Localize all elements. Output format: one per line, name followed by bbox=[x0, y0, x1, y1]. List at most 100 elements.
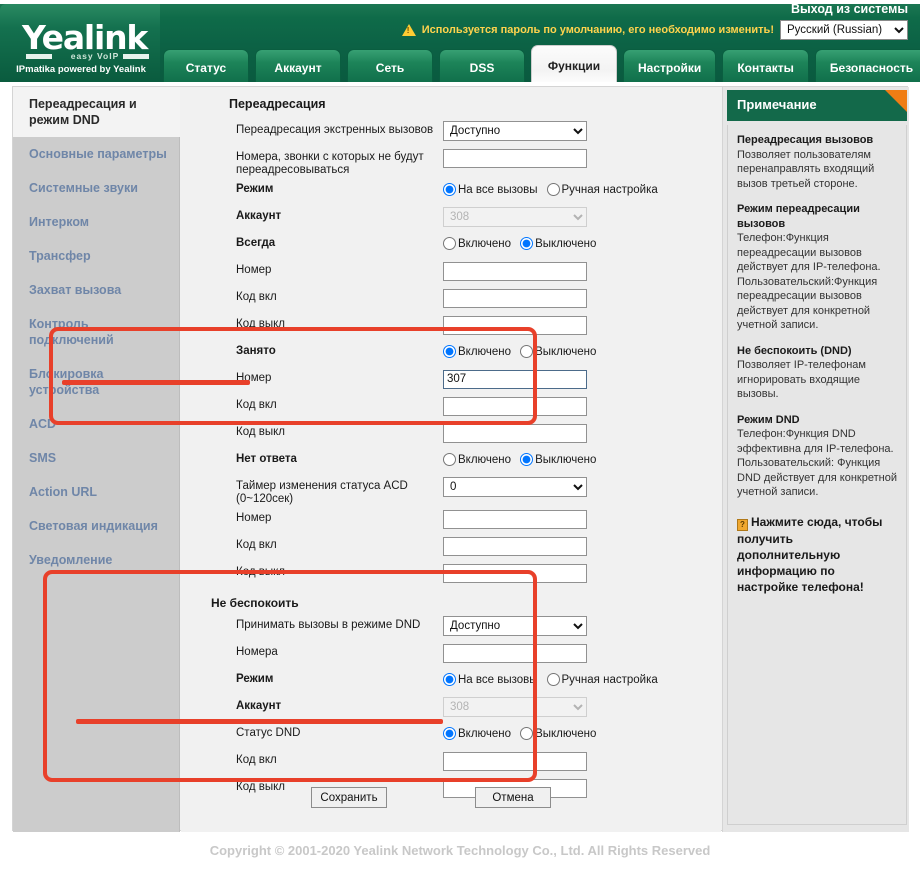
field-busy: Включено Выключено bbox=[443, 340, 721, 358]
dnd-accept-select[interactable]: Доступно bbox=[443, 616, 587, 636]
busy-on-radio[interactable] bbox=[443, 345, 456, 358]
label-always-code-off: Код выкл bbox=[236, 318, 285, 330]
dnd-status-on-option[interactable]: Включено bbox=[443, 727, 511, 740]
label-busy-code-off: Код выкл bbox=[236, 426, 285, 438]
tab-dss[interactable]: DSS bbox=[439, 49, 525, 82]
busy-on-label: Включено bbox=[458, 345, 512, 358]
dnd-code-on-input[interactable] bbox=[443, 751, 587, 771]
sidebar-item-action-url[interactable]: Action URL bbox=[13, 475, 179, 509]
sidebar-item-forward-dnd[interactable]: Переадресация и режим DND bbox=[13, 87, 180, 137]
cancel-button[interactable]: Отмена bbox=[475, 787, 551, 808]
label-busy-code-on: Код вкл bbox=[236, 399, 277, 411]
sidebar-item-device-lock[interactable]: Блокировка устройства bbox=[13, 357, 179, 407]
sidebar-item-transfer[interactable]: Трансфер bbox=[13, 239, 179, 273]
no-answer-off-radio[interactable] bbox=[520, 453, 534, 466]
label-forward-mode: Режим bbox=[236, 183, 274, 195]
emergency-forward-select[interactable]: Доступно bbox=[443, 121, 587, 141]
always-number-input[interactable] bbox=[443, 261, 587, 281]
tab-status[interactable]: Статус bbox=[163, 49, 249, 82]
sidebar-item-acd[interactable]: ACD bbox=[13, 407, 179, 441]
no-answer-code-off-input[interactable] bbox=[443, 563, 587, 583]
tab-security[interactable]: Безопасность bbox=[814, 49, 920, 82]
sidebar-item-general[interactable]: Основные параметры bbox=[13, 137, 179, 171]
forward-mode-custom-label: Ручная настройка bbox=[561, 183, 658, 196]
always-radios: Включено Выключено bbox=[443, 234, 721, 250]
dnd-status-off-radio[interactable] bbox=[520, 727, 534, 740]
field-forward-mode: На все вызовы Ручная настройка bbox=[443, 178, 721, 196]
row-always: Всегда Включено Выключено bbox=[181, 232, 721, 259]
language-select[interactable]: Русский (Russian) bbox=[780, 20, 908, 40]
field-dnd-account: 308 bbox=[443, 695, 721, 717]
label-no-answer-code-off: Код выкл bbox=[236, 566, 285, 578]
logo-subtitle: easy VoIP bbox=[70, 51, 120, 61]
acd-timer-select[interactable]: 0 bbox=[443, 477, 587, 497]
always-code-on-input[interactable] bbox=[443, 288, 587, 308]
always-on-radio[interactable] bbox=[443, 237, 456, 250]
sidebar-item-intercom[interactable]: Интерком bbox=[13, 205, 179, 239]
warning-triangle-icon bbox=[401, 24, 416, 36]
dnd-mode-custom-radio[interactable] bbox=[546, 673, 560, 686]
busy-off-radio[interactable] bbox=[520, 345, 534, 358]
logo-tagline: IPmatika powered by Yealink bbox=[16, 64, 146, 75]
sidebar-item-system-sounds[interactable]: Системные звуки bbox=[13, 171, 179, 205]
sidebar-item-power-led[interactable]: Световая индикация bbox=[13, 509, 179, 543]
tab-features[interactable]: Функции bbox=[531, 45, 617, 82]
always-code-off-input[interactable] bbox=[443, 315, 587, 335]
dnd-numbers-input[interactable] bbox=[443, 643, 587, 663]
sidebar-item-sms[interactable]: SMS bbox=[13, 441, 179, 475]
form-rows: Переадресация экстренных вызовов Доступн… bbox=[181, 119, 721, 803]
row-dnd-mode: Режим На все вызовы Ручная настройка bbox=[181, 668, 721, 695]
no-answer-off-option[interactable]: Выключено bbox=[520, 453, 596, 466]
save-button[interactable]: Сохранить bbox=[311, 787, 387, 808]
busy-code-on-input[interactable] bbox=[443, 396, 587, 416]
dnd-mode-custom-option[interactable]: Ручная настройка bbox=[546, 673, 658, 686]
warning-message: Используется пароль по умолчанию, его не… bbox=[421, 24, 774, 36]
page-body: Переадресация и режим DND Основные парам… bbox=[0, 82, 920, 836]
sidebar-item-call-pickup[interactable]: Захват вызова bbox=[13, 273, 179, 307]
always-on-option[interactable]: Включено bbox=[443, 237, 511, 250]
dnd-mode-all-radio[interactable] bbox=[443, 673, 456, 686]
label-busy-number: Номер bbox=[236, 372, 272, 384]
dnd-status-off-option[interactable]: Выключено bbox=[520, 727, 596, 740]
sidebar-item-notification[interactable]: Уведомление bbox=[13, 543, 179, 577]
row-dnd-accept: Принимать вызовы в режиме DND Доступно bbox=[181, 614, 721, 641]
exclude-numbers-input[interactable] bbox=[443, 148, 587, 168]
forward-mode-custom-option[interactable]: Ручная настройка bbox=[546, 183, 658, 196]
field-no-answer-code-on bbox=[443, 534, 721, 556]
row-no-answer-code-off: Код выкл bbox=[181, 561, 721, 588]
always-on-label: Включено bbox=[458, 237, 512, 250]
label-forward-account: Аккаунт bbox=[236, 210, 282, 222]
note-block-dnd-mode: Режим DND Телефон:Функция DND эффективна… bbox=[737, 413, 897, 500]
logout-link[interactable]: Выход из системы bbox=[791, 2, 908, 16]
row-busy-code-on: Код вкл bbox=[181, 394, 721, 421]
no-answer-on-label: Включено bbox=[458, 453, 512, 466]
dnd-mode-all-option[interactable]: На все вызовы bbox=[443, 673, 538, 686]
busy-code-off-input[interactable] bbox=[443, 423, 587, 443]
busy-on-option[interactable]: Включено bbox=[443, 345, 511, 358]
note-heading-call-forward: Переадресация вызовов bbox=[737, 134, 874, 146]
row-acd-timer: Таймер изменения статуса ACD (0~120сек) … bbox=[181, 475, 721, 507]
always-off-option[interactable]: Выключено bbox=[520, 237, 596, 250]
tab-network[interactable]: Сеть bbox=[347, 49, 433, 82]
no-answer-on-radio[interactable] bbox=[443, 453, 456, 466]
note-text-dnd-mode: Телефон:Функция DND эффективна для IP-те… bbox=[737, 428, 897, 498]
dnd-status-on-radio[interactable] bbox=[443, 727, 456, 740]
busy-off-option[interactable]: Выключено bbox=[520, 345, 596, 358]
note-panel: Примечание Переадресация вызовов Позволя… bbox=[722, 87, 909, 832]
tab-account[interactable]: Аккаунт bbox=[255, 49, 341, 82]
busy-number-input[interactable] bbox=[443, 369, 587, 389]
always-off-radio[interactable] bbox=[520, 237, 534, 250]
note-help-link[interactable]: ? Нажмите сюда, чтобы получить дополнител… bbox=[737, 514, 897, 595]
row-dnd-code-on: Код вкл bbox=[181, 749, 721, 776]
no-answer-on-option[interactable]: Включено bbox=[443, 453, 511, 466]
busy-radios: Включено Выключено bbox=[443, 342, 721, 358]
no-answer-code-on-input[interactable] bbox=[443, 536, 587, 556]
no-answer-number-input[interactable] bbox=[443, 509, 587, 529]
tab-contacts[interactable]: Контакты bbox=[722, 49, 809, 82]
tab-settings[interactable]: Настройки bbox=[623, 49, 717, 82]
forward-mode-custom-radio[interactable] bbox=[546, 183, 560, 196]
forward-mode-all-option[interactable]: На все вызовы bbox=[443, 183, 538, 196]
sidebar-item-connection-control[interactable]: Контроль подключений bbox=[13, 307, 179, 357]
forward-mode-all-radio[interactable] bbox=[443, 183, 456, 196]
label-dnd-numbers: Номера bbox=[236, 646, 278, 658]
